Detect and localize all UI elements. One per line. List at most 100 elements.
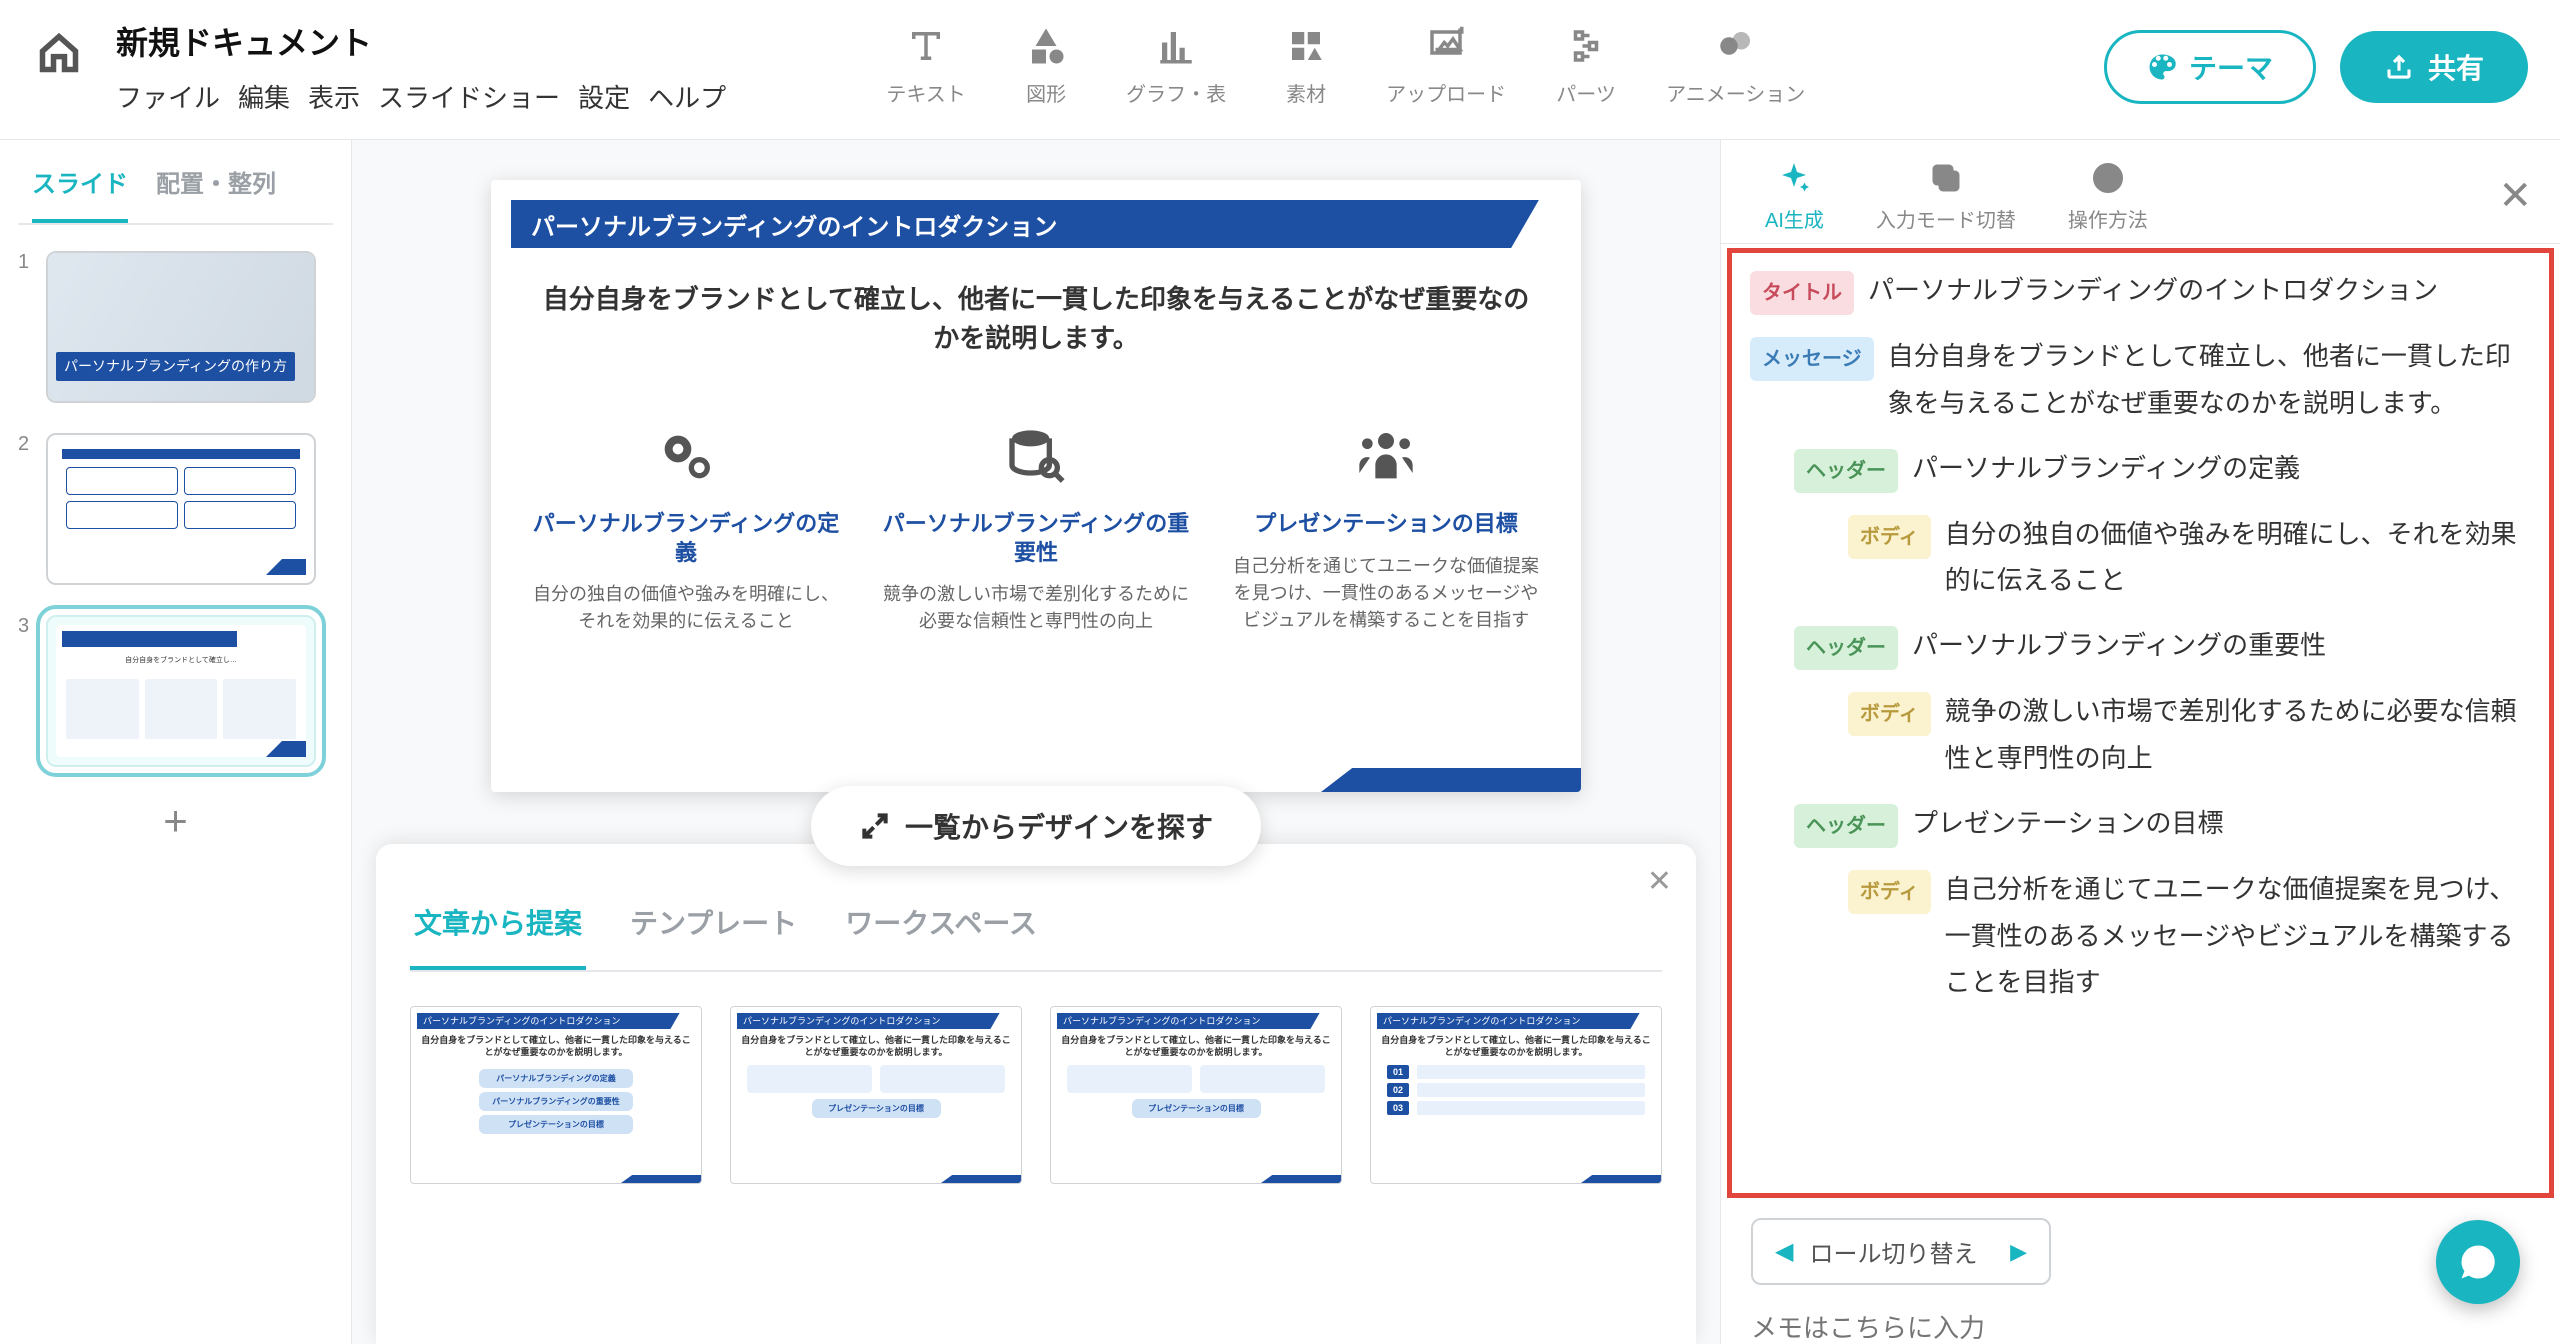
slide-col-1[interactable]: パーソナルブランディングの定義 自分の独自の価値や強みを明確にし、それを効果的に… <box>521 410 851 752</box>
home-button[interactable] <box>32 26 86 80</box>
share-button-label: 共有 <box>2428 47 2484 87</box>
template-option-4[interactable]: パーソナルブランディングのイントロダクション 自分自身をブランドとして確立し、他… <box>1370 1006 1662 1184</box>
close-panel-button[interactable]: ✕ <box>1647 864 1672 899</box>
thumb-number: 3 <box>18 615 34 638</box>
title-block: 新規ドキュメント ファイル 編集 表示 スライドショー 設定 ヘルプ <box>116 18 726 115</box>
memo-area <box>1751 1313 2530 1344</box>
slide-thumb-2[interactable] <box>46 433 316 585</box>
tpl3-pill: プレゼンテーションの目標 <box>1132 1099 1261 1118</box>
tool-chart[interactable]: グラフ・表 <box>1126 22 1226 107</box>
text-icon <box>905 25 947 67</box>
slides-sidebar: スライド 配置・整列 1 パーソナルブランディングの作り方 2 <box>0 140 352 1344</box>
tool-parts[interactable]: パーツ <box>1546 22 1626 107</box>
find-design-button[interactable]: 一覧からデザインを探す <box>811 786 1261 866</box>
template-option-1[interactable]: パーソナルブランディングのイントロダクション 自分自身をブランドとして確立し、他… <box>410 1006 702 1184</box>
tool-shape[interactable]: 図形 <box>1006 22 1086 107</box>
tpl4-title: パーソナルブランディングのイントロダクション <box>1377 1013 1621 1029</box>
tab-slides[interactable]: スライド <box>32 164 128 223</box>
tpl2-title: パーソナルブランディングのイントロダクション <box>737 1013 981 1029</box>
slide-corner-accent <box>1321 768 1581 792</box>
tpl3-msg: 自分自身をブランドとして確立し、他者に一貫した印象を与えることがなぜ重要なのかを… <box>1061 1035 1331 1058</box>
role-switch-button[interactable]: ◀ ロール切り替え ▶ <box>1751 1218 2051 1285</box>
slide-title[interactable]: パーソナルブランディングのイントロダクション <box>511 200 1481 248</box>
menu-help[interactable]: ヘルプ <box>648 78 726 115</box>
tab-arrange[interactable]: 配置・整列 <box>156 164 276 223</box>
template-list: パーソナルブランディングのイントロダクション 自分自身をブランドとして確立し、他… <box>410 972 1662 1184</box>
suggestion-panel: ✕ 文章から提案 テンプレート ワークスペース パーソナルブランディングのイント… <box>376 844 1696 1344</box>
tpl3-title: パーソナルブランディングのイントロダクション <box>1057 1013 1301 1029</box>
template-option-2[interactable]: パーソナルブランディングのイントロダクション 自分自身をブランドとして確立し、他… <box>730 1006 1022 1184</box>
tool-asset[interactable]: 素材 <box>1266 22 1346 107</box>
tab-template[interactable]: テンプレート <box>626 884 801 970</box>
menu-file[interactable]: ファイル <box>116 78 220 115</box>
tab-ai-generate[interactable]: AI生成 <box>1765 158 1824 233</box>
slide-thumb-3[interactable]: 自分自身をブランドとして確立し… <box>46 615 316 767</box>
tool-text[interactable]: テキスト <box>886 22 966 107</box>
tab-howto[interactable]: 操作方法 <box>2068 158 2148 233</box>
close-ai-panel[interactable]: ✕ <box>2498 173 2532 219</box>
help-icon <box>2090 160 2126 196</box>
template-option-3[interactable]: パーソナルブランディングのイントロダクション 自分自身をブランドとして確立し、他… <box>1050 1006 1342 1184</box>
tag-header: ヘッダー <box>1794 449 1898 493</box>
tab-input-mode[interactable]: 入力モード切替 <box>1876 158 2016 233</box>
document-title[interactable]: 新規ドキュメント <box>116 18 726 64</box>
parts-icon <box>1565 25 1607 67</box>
menu-edit[interactable]: 編集 <box>238 78 290 115</box>
menu-bar: ファイル 編集 表示 スライドショー 設定 ヘルプ <box>116 78 726 115</box>
home-icon <box>37 31 81 75</box>
tpl2-msg: 自分自身をブランドとして確立し、他者に一貫した印象を与えることがなぜ重要なのかを… <box>741 1035 1011 1058</box>
slide-message[interactable]: 自分自身をブランドとして確立し、他者に一貫した印象を与えることがなぜ重要なのかを… <box>531 280 1541 358</box>
app-header: 新規ドキュメント ファイル 編集 表示 スライドショー 設定 ヘルプ テキスト … <box>0 0 2560 140</box>
tab-from-text[interactable]: 文章から提案 <box>410 884 586 970</box>
gears-icon <box>654 425 718 489</box>
tool-upload[interactable]: アップロード <box>1386 22 1506 107</box>
outline-body-1[interactable]: 自分の独自の価値や強みを明確にし、それを効果的に伝えること <box>1945 511 2531 605</box>
outline-body-3[interactable]: 自己分析を通じてユニークな価値提案を見つけ、一貫性のあるメッセージやビジュアルを… <box>1945 866 2531 1006</box>
tpl2-pill: プレゼンテーションの目標 <box>812 1099 941 1118</box>
tpl1-title: パーソナルブランディングのイントロダクション <box>417 1013 661 1029</box>
thumb-number: 1 <box>18 251 34 274</box>
share-button[interactable]: 共有 <box>2340 31 2528 103</box>
outline-body-2[interactable]: 競争の激しい市場で差別化するために必要な信頼性と専門性の向上 <box>1945 688 2531 782</box>
asset-icon <box>1285 25 1327 67</box>
slide-thumb-1[interactable]: パーソナルブランディングの作り方 <box>46 251 316 403</box>
tag-header: ヘッダー <box>1794 626 1898 670</box>
sparkle-icon <box>1776 160 1812 196</box>
tool-animation[interactable]: アニメーション <box>1666 22 1805 107</box>
tpl1-msg: 自分自身をブランドとして確立し、他者に一貫した印象を与えることがなぜ重要なのかを… <box>421 1035 691 1058</box>
tpl4-msg: 自分自身をブランドとして確立し、他者に一貫した印象を与えることがなぜ重要なのかを… <box>1381 1035 1651 1058</box>
role-switch-label: ロール切り替え <box>1809 1234 1977 1269</box>
outline-header-1[interactable]: パーソナルブランディングの定義 <box>1912 445 2531 492</box>
add-slide-button[interactable]: + <box>163 797 188 845</box>
menu-slideshow[interactable]: スライドショー <box>378 78 560 115</box>
slide-col-2[interactable]: パーソナルブランディングの重要性 競争の激しい市場で差別化するために必要な信頼性… <box>871 410 1201 752</box>
theme-button[interactable]: テーマ <box>2104 30 2316 104</box>
header-right: テーマ 共有 <box>2104 30 2528 104</box>
copy-icon <box>1928 160 1964 196</box>
outline-editor[interactable]: タイトル パーソナルブランディングのイントロダクション メッセージ 自分自身をブ… <box>1727 248 2554 1198</box>
slide-canvas[interactable]: パーソナルブランディングのイントロダクション 自分自身をブランドとして確立し、他… <box>491 180 1581 792</box>
ai-panel-tabs: AI生成 入力モード切替 操作方法 ✕ <box>1721 140 2560 244</box>
tab-workspace[interactable]: ワークスペース <box>841 884 1041 970</box>
tool-text-label: テキスト <box>886 78 965 107</box>
memo-input[interactable] <box>1751 1313 2530 1344</box>
outline-message[interactable]: 自分自身をブランドとして確立し、他者に一貫した印象を与えることがなぜ重要なのかを… <box>1888 333 2531 427</box>
menu-settings[interactable]: 設定 <box>578 78 630 115</box>
sidebar-tabs: スライド 配置・整列 <box>18 140 333 225</box>
col3-body: 自己分析を通じてユニークな価値提案を見つけ、一貫性のあるメッセージやビジュアルを… <box>1229 553 1543 634</box>
tag-header: ヘッダー <box>1794 804 1898 848</box>
toolbar: テキスト 図形 グラフ・表 素材 アップロード パーツ アニメーション <box>886 22 1805 107</box>
tag-message: メッセージ <box>1750 337 1874 381</box>
tag-body: ボディ <box>1848 870 1931 914</box>
chat-fab[interactable] <box>2436 1220 2520 1304</box>
outline-title[interactable]: パーソナルブランディングのイントロダクション <box>1868 267 2531 314</box>
slide-columns: パーソナルブランディングの定義 自分の独自の価値や強みを明確にし、それを効果的に… <box>521 410 1551 752</box>
tool-chart-label: グラフ・表 <box>1126 78 1226 107</box>
slide-col-3[interactable]: プレゼンテーションの目標 自己分析を通じてユニークな価値提案を見つけ、一貫性のあ… <box>1221 410 1551 752</box>
database-search-icon <box>1004 425 1068 489</box>
slide-thumbnails: 1 パーソナルブランディングの作り方 2 <box>18 225 333 767</box>
outline-header-3[interactable]: プレゼンテーションの目標 <box>1912 800 2531 847</box>
col2-body: 競争の激しい市場で差別化するために必要な信頼性と専門性の向上 <box>879 581 1193 635</box>
menu-view[interactable]: 表示 <box>308 78 360 115</box>
outline-header-2[interactable]: パーソナルブランディングの重要性 <box>1912 622 2531 669</box>
